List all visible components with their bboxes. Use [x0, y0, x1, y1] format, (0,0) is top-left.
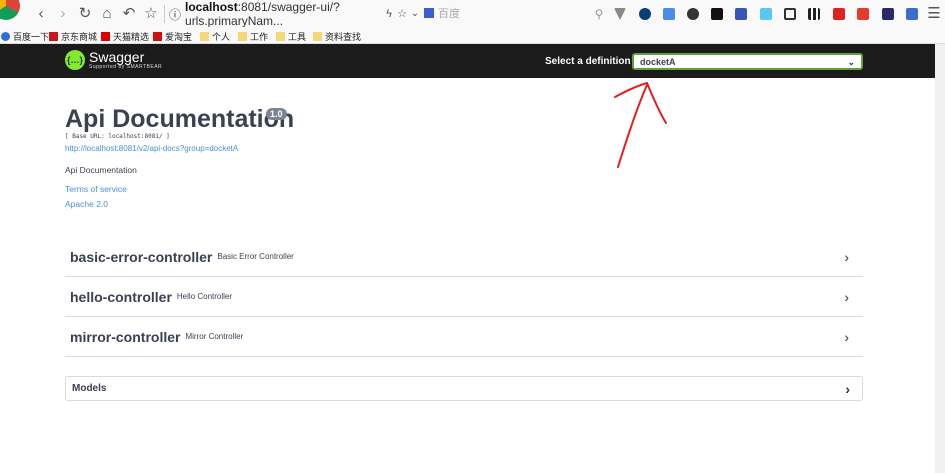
- logo-sub: Supported by SMARTBEAR: [89, 64, 163, 70]
- chevron-right-icon[interactable]: ›: [844, 289, 849, 305]
- baidu-icon: [424, 8, 434, 18]
- models-label: Models: [72, 383, 107, 394]
- chevron-down-icon: ⌄: [847, 57, 855, 67]
- tmall-icon: [101, 32, 110, 41]
- controller-list: basic-error-controller Basic Error Contro…: [65, 237, 863, 357]
- chevron-right-icon[interactable]: ›: [845, 381, 850, 397]
- base-url: [ Base URL: localhost:8081/ ]: [65, 133, 170, 140]
- search-placeholder: 百度: [438, 8, 460, 20]
- bookmark-folder[interactable]: 工作: [238, 30, 268, 43]
- extension-icon[interactable]: [833, 8, 845, 20]
- browser-logo-icon: [0, 0, 20, 20]
- screenshot-icon[interactable]: [784, 8, 796, 20]
- bookmark-item[interactable]: 百度一下: [1, 30, 49, 43]
- controller-description: Basic Error Controller: [217, 252, 294, 261]
- bookmark-label: 爱淘宝: [165, 32, 193, 42]
- bookmark-label: 百度一下: [13, 32, 50, 42]
- taobao-icon: [153, 32, 162, 41]
- menu-icon[interactable]: ☰: [925, 5, 943, 23]
- definition-label: Select a definition: [545, 56, 631, 67]
- extension-icon[interactable]: [639, 8, 651, 20]
- star-icon[interactable]: ☆: [142, 5, 160, 23]
- controller-name: basic-error-controller: [70, 248, 213, 265]
- logo-name: Swagger: [89, 49, 145, 65]
- bookmark-label: 京东商城: [61, 32, 98, 42]
- search-box[interactable]: 百度: [424, 5, 460, 21]
- chevron-right-icon[interactable]: ›: [844, 249, 849, 265]
- controller-description: Hello Controller: [176, 292, 233, 301]
- models-section[interactable]: Models ›: [65, 376, 863, 401]
- controller-description: Mirror Controller: [185, 332, 244, 341]
- definition-select[interactable]: docketA ⌄: [632, 53, 863, 70]
- bookmark-label: 工作: [250, 32, 269, 42]
- translate-icon[interactable]: [663, 8, 675, 20]
- qrcode-icon[interactable]: [808, 8, 820, 20]
- extension-icon[interactable]: [906, 8, 918, 20]
- folder-icon: [276, 32, 285, 41]
- controller-name: hello-controller: [70, 288, 172, 305]
- swagger-logo[interactable]: {…} Swagger Supported by SMARTBEAR: [65, 50, 162, 70]
- extension-icon[interactable]: [614, 8, 626, 20]
- forward-icon[interactable]: ›: [54, 5, 72, 23]
- bookmark-folder[interactable]: 个人: [200, 30, 230, 43]
- bookmark-item[interactable]: 天猫精选: [101, 30, 149, 43]
- bookmark-label: 个人: [212, 32, 231, 42]
- back-icon[interactable]: ‹: [32, 5, 50, 23]
- bookmark-item[interactable]: 京东商城: [49, 30, 97, 43]
- home-icon[interactable]: ⌂: [98, 5, 116, 23]
- license-link[interactable]: Apache 2.0: [65, 199, 108, 209]
- red-arrow-annotation: [614, 81, 667, 168]
- extension-icon[interactable]: [711, 8, 723, 20]
- version-badge: 1.0: [266, 108, 287, 120]
- bookmark-folder[interactable]: 工具: [276, 30, 306, 43]
- controller-section[interactable]: hello-controller Hello Controller ›: [65, 277, 863, 317]
- info-icon: ⓘ: [169, 7, 182, 22]
- paw-icon: [1, 32, 10, 41]
- evernote-icon[interactable]: [687, 8, 699, 20]
- terms-of-service-link[interactable]: Terms of service: [65, 184, 127, 194]
- swagger-logo-icon: {…}: [65, 50, 85, 70]
- api-docs-link[interactable]: http://localhost:8081/v2/api-docs?group=…: [65, 144, 238, 153]
- controller-name: mirror-controller: [70, 328, 181, 345]
- bookmark-folder[interactable]: 资料查找: [313, 30, 361, 43]
- url-host: localhost: [185, 0, 238, 14]
- folder-icon: [238, 32, 247, 41]
- folder-icon: [313, 32, 322, 41]
- chevron-right-icon[interactable]: ›: [844, 329, 849, 345]
- bookmarks-bar: 百度一下 京东商城 天猫精选 爱淘宝 个人 工作 工具 资料查找: [0, 27, 945, 44]
- folder-icon: [200, 32, 209, 41]
- api-description: Api Documentation: [65, 165, 137, 175]
- definition-value: docketA: [640, 57, 676, 67]
- controller-section[interactable]: mirror-controller Mirror Controller ›: [65, 317, 863, 357]
- bookmark-label: 工具: [288, 32, 307, 42]
- search-icon[interactable]: ⚲: [590, 5, 608, 23]
- extension-icon[interactable]: [882, 8, 894, 20]
- browser-toolbar: ‹ › ↻ ⌂ ↶ ☆ ⓘ localhost:8081/swagger-ui/…: [0, 0, 945, 28]
- dropdown-icon[interactable]: ⌄: [406, 5, 424, 23]
- extension-icon[interactable]: [760, 8, 772, 20]
- extension-icon[interactable]: [857, 8, 869, 20]
- reload-icon[interactable]: ↻: [76, 5, 94, 23]
- extension-icon[interactable]: [735, 8, 747, 20]
- bookmark-label: 资料查找: [325, 32, 362, 42]
- jd-icon: [49, 32, 58, 41]
- controller-section[interactable]: basic-error-controller Basic Error Contro…: [65, 237, 863, 277]
- undo-icon[interactable]: ↶: [120, 5, 138, 23]
- page-title: Api Documentation: [65, 105, 295, 133]
- bookmark-item[interactable]: 爱淘宝: [153, 30, 192, 43]
- scrollbar[interactable]: [935, 44, 945, 473]
- bookmark-label: 天猫精选: [113, 32, 150, 42]
